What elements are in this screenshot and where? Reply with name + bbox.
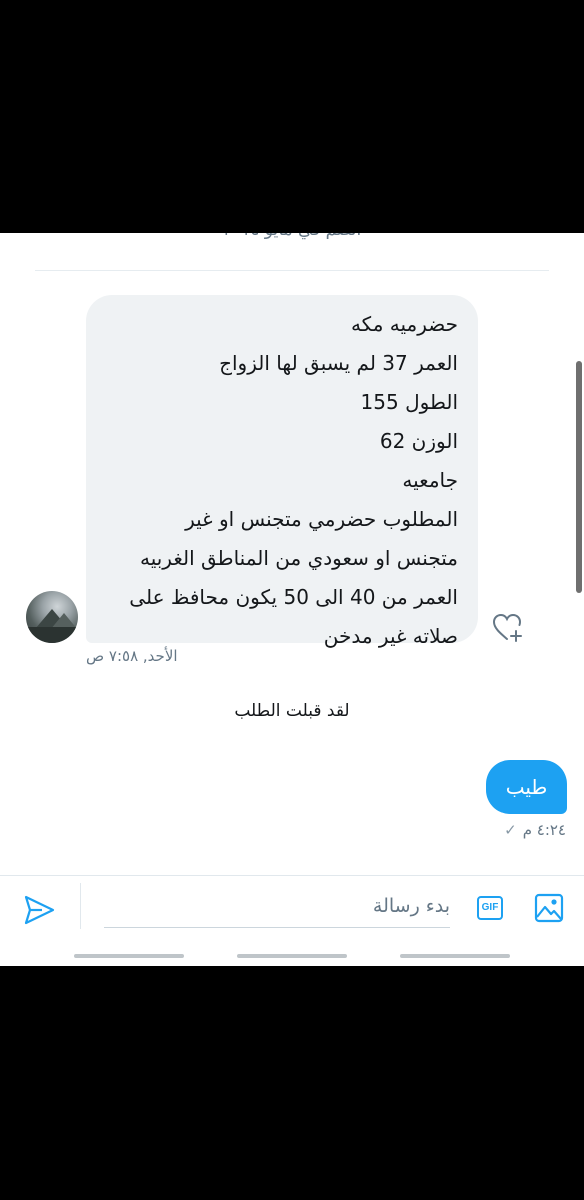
message-line: العمر من 40 الى 50 يكون محافظ على bbox=[129, 585, 458, 609]
add-image-button[interactable] bbox=[533, 892, 565, 924]
send-icon bbox=[24, 895, 55, 925]
heart-plus-icon bbox=[492, 613, 522, 642]
composer-separator bbox=[80, 883, 81, 929]
tab-indicator bbox=[400, 954, 510, 958]
composer-divider bbox=[0, 875, 584, 876]
message-line: متجنس او سعودي من المناطق الغربيه bbox=[139, 546, 458, 570]
outgoing-meta: ✓ ٤:٢٤ م bbox=[504, 821, 566, 839]
message-input[interactable]: بدء رسالة bbox=[104, 885, 450, 928]
checkmark-icon: ✓ bbox=[504, 821, 517, 839]
joined-note: انضم في مايو ٢٠١٤ bbox=[0, 233, 584, 243]
like-message-button[interactable] bbox=[490, 609, 526, 645]
message-line: حضرميه مكه bbox=[350, 312, 458, 336]
outgoing-message-bubble[interactable]: طيب bbox=[486, 760, 567, 814]
message-line: جامعيه bbox=[402, 468, 458, 492]
outgoing-timestamp: ٤:٢٤ م bbox=[522, 821, 566, 839]
message-line: الوزن 62 bbox=[379, 429, 458, 453]
conversation-screen: انضم في مايو ٢٠١٤ حضرميه مكه العمر 37 لم… bbox=[0, 233, 584, 966]
scrollbar-thumb[interactable] bbox=[576, 361, 582, 593]
system-note: لقد قبلت الطلب bbox=[234, 701, 350, 721]
bottom-tab-indicators bbox=[0, 954, 584, 960]
tab-indicator bbox=[74, 954, 184, 958]
incoming-timestamp: الأحد, ٧:٥٨ ص bbox=[86, 647, 178, 665]
send-button[interactable] bbox=[22, 893, 56, 927]
message-line: العمر 37 لم يسبق لها الزواج bbox=[219, 351, 458, 375]
incoming-message-bubble[interactable]: حضرميه مكه العمر 37 لم يسبق لها الزواج ا… bbox=[86, 295, 478, 648]
avatar-foreground bbox=[26, 627, 78, 643]
sender-avatar[interactable] bbox=[26, 591, 78, 643]
tab-indicator bbox=[237, 954, 347, 958]
outgoing-message-text: طيب bbox=[505, 775, 548, 799]
message-line: المطلوب حضرمي متجنس او غير bbox=[185, 507, 458, 531]
header-divider bbox=[35, 270, 549, 271]
image-icon bbox=[534, 893, 564, 923]
gif-button[interactable]: GIF bbox=[477, 896, 503, 920]
message-line: الطول 155 bbox=[360, 390, 458, 414]
